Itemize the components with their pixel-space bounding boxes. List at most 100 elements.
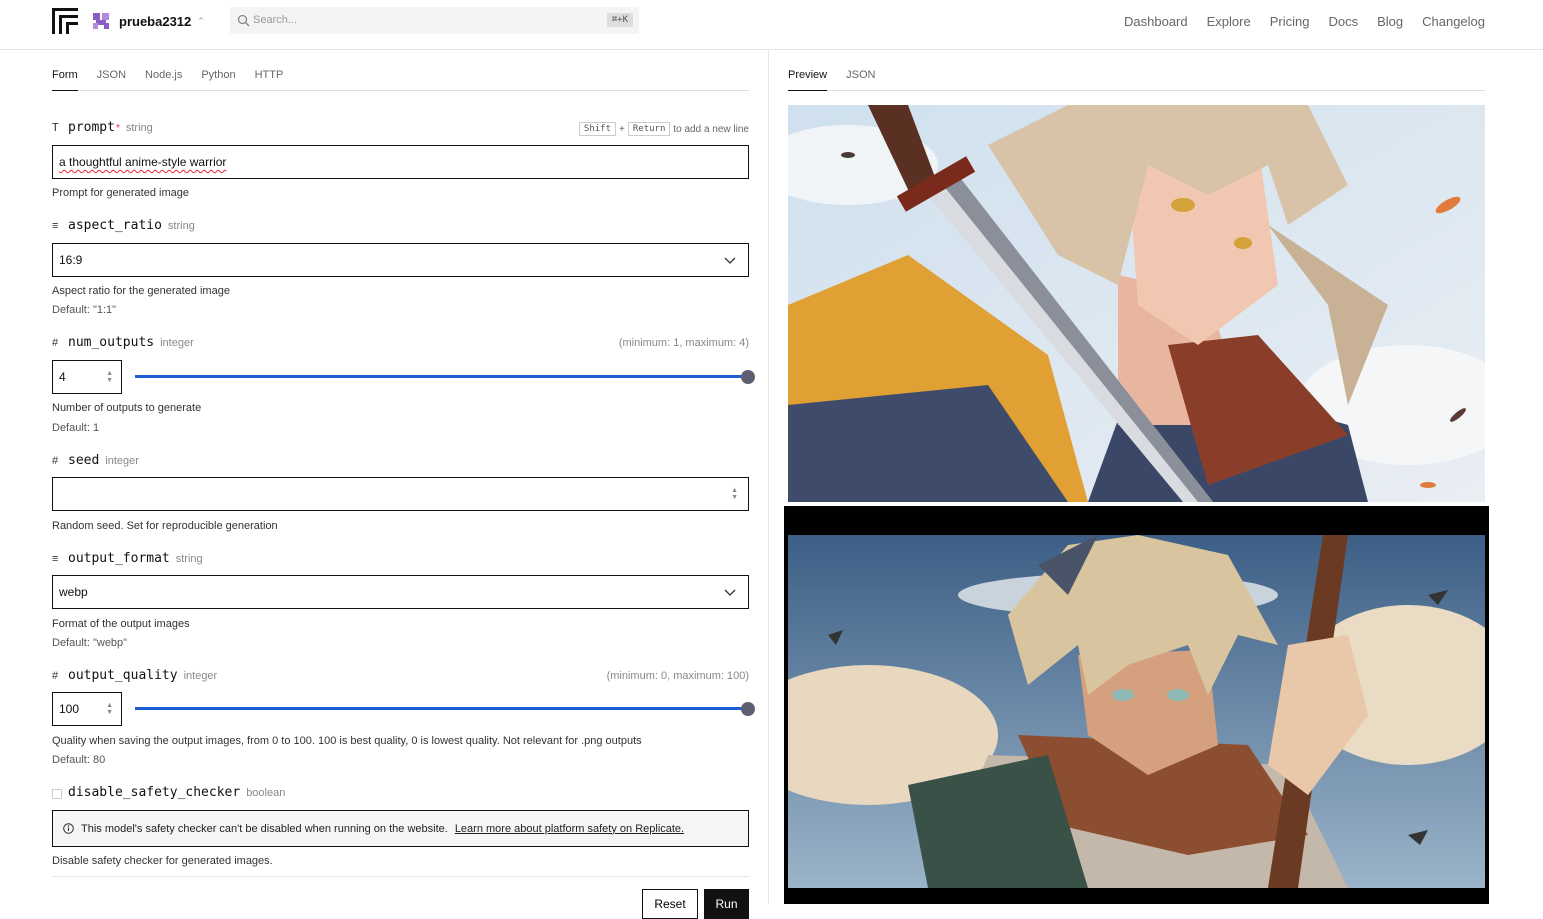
- search-bar[interactable]: Search... ⌘+K: [230, 7, 639, 34]
- output-image-1[interactable]: [788, 105, 1485, 502]
- safety-notice: This model's safety checker can't be dis…: [52, 810, 749, 847]
- output-quality-label-row: # output_quality integer (minimum: 0, ma…: [52, 668, 749, 686]
- shift-key: Shift: [578, 122, 617, 136]
- list-type-icon: ≡: [52, 553, 59, 565]
- hint-plus: +: [619, 123, 625, 135]
- stepper-icon[interactable]: ▲ ▼: [106, 702, 113, 716]
- required-marker: *: [115, 123, 120, 134]
- output-format-default: Default: "webp": [52, 637, 128, 649]
- nav-pricing[interactable]: Pricing: [1270, 14, 1310, 29]
- hint-text: to add a new line: [673, 123, 749, 135]
- chevron-down-icon: [724, 257, 736, 264]
- seed-input[interactable]: ▲ ▼: [52, 477, 749, 511]
- aspect-ratio-select[interactable]: 16:9: [52, 243, 749, 277]
- prompt-type: string: [125, 122, 153, 134]
- tab-nodejs[interactable]: Node.js: [145, 69, 182, 90]
- tab-json[interactable]: JSON: [97, 69, 126, 90]
- nav-blog[interactable]: Blog: [1377, 14, 1403, 29]
- tab-python[interactable]: Python: [201, 69, 235, 90]
- output-format-type: string: [175, 553, 203, 565]
- safety-learn-more-link[interactable]: Learn more about platform safety on Repl…: [455, 823, 684, 835]
- seed-label: seed: [68, 453, 100, 468]
- num-outputs-value: 4: [59, 370, 66, 384]
- output-format-description: Format of the output images: [52, 618, 190, 630]
- chevron-updown-icon: ⌃: [197, 15, 205, 26]
- replicate-logo-icon[interactable]: [52, 8, 78, 34]
- tab-output-json[interactable]: JSON: [846, 69, 875, 90]
- num-outputs-slider[interactable]: [135, 370, 755, 384]
- output-format-label-row: ≡ output_format string: [52, 551, 749, 569]
- output-format-select[interactable]: webp: [52, 575, 749, 609]
- tab-preview[interactable]: Preview: [788, 69, 828, 91]
- stepper-icon[interactable]: ▲ ▼: [106, 370, 113, 384]
- num-outputs-input[interactable]: 4 ▲ ▼: [52, 360, 122, 394]
- num-outputs-range: (minimum: 1, maximum: 4): [618, 337, 749, 349]
- tab-http[interactable]: HTTP: [255, 69, 284, 90]
- disable-safety-label-row: disable_safety_checker boolean: [68, 785, 749, 803]
- seed-label-row: # seed integer: [52, 453, 749, 471]
- nav-changelog[interactable]: Changelog: [1422, 14, 1485, 29]
- form-divider: [52, 876, 749, 877]
- anime-warrior-image-1: [788, 105, 1485, 502]
- slider-fill: [135, 707, 748, 710]
- output-quality-slider[interactable]: [135, 702, 755, 716]
- list-type-icon: ≡: [52, 220, 59, 232]
- org-switcher[interactable]: prueba2312 ⌃: [91, 11, 205, 31]
- seed-type: integer: [105, 455, 139, 467]
- reset-button[interactable]: Reset: [642, 889, 698, 919]
- output-quality-input[interactable]: 100 ▲ ▼: [52, 692, 122, 726]
- nav-docs[interactable]: Docs: [1328, 14, 1358, 29]
- disable-safety-type: boolean: [246, 787, 286, 799]
- prompt-input[interactable]: a thoughtful anime-style warrior: [52, 145, 749, 179]
- org-avatar-icon: [93, 13, 109, 29]
- top-navigation-bar: prueba2312 ⌃ Search... ⌘+K Dashboard Exp…: [0, 0, 1543, 50]
- aspect-ratio-type: string: [167, 220, 195, 232]
- disable-safety-checkbox[interactable]: [52, 789, 62, 799]
- num-outputs-label: num_outputs: [68, 335, 155, 350]
- prompt-description: Prompt for generated image: [52, 187, 189, 199]
- safety-notice-text: This model's safety checker can't be dis…: [81, 822, 448, 835]
- output-quality-value: 100: [59, 702, 80, 716]
- seed-description: Random seed. Set for reproducible genera…: [52, 520, 278, 532]
- output-format-value: webp: [59, 585, 88, 599]
- prompt-label-row: T prompt * string Shift + Return to add …: [52, 120, 749, 138]
- aspect-ratio-description: Aspect ratio for the generated image: [52, 285, 230, 297]
- aspect-ratio-default: Default: "1:1": [52, 304, 117, 316]
- aspect-ratio-label-row: ≡ aspect_ratio string: [52, 218, 749, 236]
- disable-safety-label: disable_safety_checker: [68, 785, 241, 800]
- output-image-2[interactable]: [788, 535, 1485, 888]
- search-placeholder: Search...: [253, 14, 298, 26]
- slider-thumb[interactable]: [741, 702, 755, 716]
- run-button[interactable]: Run: [704, 889, 749, 919]
- info-icon: [63, 823, 74, 834]
- nav-explore[interactable]: Explore: [1207, 14, 1251, 29]
- num-outputs-default: Default: 1: [52, 422, 100, 434]
- newline-hint: Shift + Return to add a new line: [578, 122, 749, 136]
- main-nav: Dashboard Explore Pricing Docs Blog Chan…: [1124, 14, 1485, 29]
- output-quality-description: Quality when saving the output images, f…: [52, 735, 642, 747]
- search-icon: [237, 14, 250, 27]
- num-outputs-type: integer: [160, 337, 194, 349]
- slider-thumb[interactable]: [741, 370, 755, 384]
- panel-divider: [768, 50, 769, 904]
- number-type-icon: #: [52, 670, 59, 682]
- prompt-value: a thoughtful anime-style warrior: [59, 155, 227, 169]
- org-name: prueba2312: [119, 13, 192, 29]
- disable-safety-description: Disable safety checker for generated ima…: [52, 855, 273, 867]
- chevron-down-icon: [724, 589, 736, 596]
- return-key: Return: [627, 122, 671, 136]
- aspect-ratio-value: 16:9: [59, 253, 83, 267]
- search-shortcut: ⌘+K: [606, 13, 633, 27]
- prompt-label: prompt: [68, 120, 115, 135]
- slider-fill: [135, 375, 748, 378]
- input-tabs: Form JSON Node.js Python HTTP: [52, 69, 749, 91]
- tab-form[interactable]: Form: [52, 69, 78, 91]
- number-type-icon: #: [52, 455, 59, 467]
- output-tabs: Preview JSON: [788, 69, 1485, 91]
- text-type-icon: T: [52, 121, 59, 134]
- num-outputs-label-row: # num_outputs integer (minimum: 1, maxim…: [52, 335, 749, 353]
- nav-dashboard[interactable]: Dashboard: [1124, 14, 1188, 29]
- output-quality-default: Default: 80: [52, 754, 106, 766]
- stepper-icon[interactable]: ▲ ▼: [731, 487, 738, 501]
- output-quality-type: integer: [183, 670, 218, 682]
